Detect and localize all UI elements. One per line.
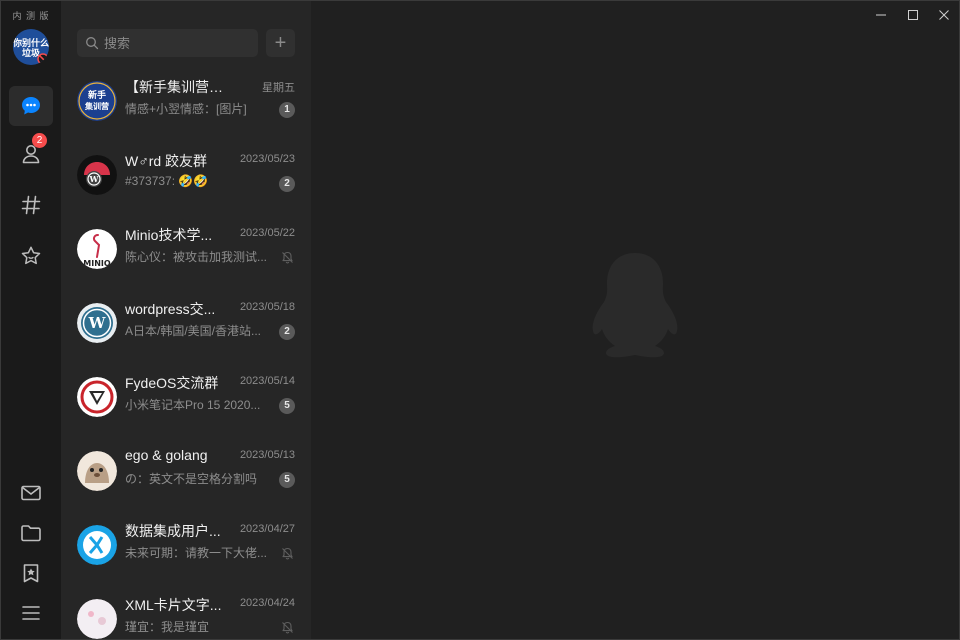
folder-icon — [21, 525, 41, 542]
unread-badge: 1 — [279, 102, 295, 118]
group-avatar — [77, 451, 117, 491]
unread-badge: 2 — [279, 176, 295, 192]
search-box[interactable] — [77, 29, 258, 57]
app-window: 内 测 版 你别什么 垃圾 2 搜索 + 新手 集训营 【新手集训营】6群 星期… — [0, 0, 960, 640]
conversation-date: 2023/05/23 — [239, 153, 295, 165]
do-not-disturb-icon — [37, 53, 49, 65]
conversation-date: 2023/04/27 — [239, 523, 295, 535]
svg-text:W: W — [88, 314, 107, 332]
conversation-name: FydeOS交流群 — [125, 375, 219, 391]
conversation-preview: の：英文不是空格分割吗 — [125, 472, 258, 486]
conversation-item[interactable]: 新手 集训营 【新手集训营】6群 星期五 情感+小翌情感：[图片] 1 — [61, 68, 311, 142]
hamburger-menu-icon — [22, 606, 40, 620]
conversation-preview: 小米笔记本Pro 15 2020... — [125, 398, 261, 412]
search-icon — [86, 37, 99, 50]
conversation-preview: A日本/韩国/美国/香港站... — [125, 324, 262, 338]
group-avatar — [77, 377, 117, 417]
nav-menu[interactable] — [9, 593, 53, 633]
conversation-date: 2023/05/13 — [239, 449, 295, 461]
hashtag-icon — [21, 195, 41, 215]
group-avatar — [77, 525, 117, 565]
unread-badge: 2 — [279, 324, 295, 340]
minimize-button[interactable] — [865, 3, 897, 27]
close-icon — [939, 10, 949, 20]
conversation-date: 2023/05/14 — [239, 375, 295, 387]
conversation-list: + 新手 集训营 【新手集训营】6群 星期五 情感+小翌情感：[图片] 1 — [61, 1, 311, 639]
nav-files[interactable] — [9, 513, 53, 553]
conversation-name: 【新手集训营】6群 — [125, 79, 235, 95]
beta-label: 内 测 版 — [12, 11, 50, 21]
avatar[interactable]: 你别什么 垃圾 — [13, 29, 49, 65]
mail-icon — [21, 485, 41, 501]
nav-saved[interactable] — [9, 553, 53, 593]
conversation-name: wordpress交... — [125, 301, 216, 317]
bookmark-star-icon — [23, 564, 39, 583]
conversation-item[interactable]: XML卡片文字... 2023/04/24 瑾宜：我是瑾宜 — [61, 586, 311, 639]
nav-favorites[interactable] — [9, 236, 53, 276]
conversation-date: 2023/04/24 — [239, 597, 295, 609]
maximize-icon — [908, 10, 918, 20]
penguin-logo-icon — [592, 253, 678, 358]
conversation-date: 星期五 — [262, 82, 295, 94]
nav-messages[interactable] — [9, 86, 53, 126]
nav-rail: 内 测 版 你别什么 垃圾 2 — [1, 1, 61, 639]
nav-mail[interactable] — [9, 473, 53, 513]
minimize-icon — [876, 14, 886, 16]
group-avatar: W — [77, 303, 117, 343]
muted-bell-icon — [282, 251, 293, 264]
contacts-badge: 2 — [32, 133, 47, 148]
group-avatar: MINIO — [77, 229, 117, 269]
svg-text:新手: 新手 — [88, 89, 106, 101]
conversation-name: Minio技术学... — [125, 227, 213, 243]
avatar-text: MINIO — [83, 259, 111, 268]
group-avatar: W — [77, 155, 117, 195]
conversation-date: 2023/05/18 — [239, 301, 295, 313]
conversation-item[interactable]: 数据集成用户... 2023/04/27 未来可期：请教一下大佬... — [61, 512, 311, 586]
maximize-button[interactable] — [897, 3, 929, 27]
conversation-item[interactable]: FydeOS交流群 2023/05/14 小米笔记本Pro 15 2020...… — [61, 364, 311, 438]
close-button[interactable] — [928, 3, 960, 27]
conversation-name: 数据集成用户... — [125, 523, 221, 539]
nav-channels[interactable] — [9, 185, 53, 225]
conversation-preview: 未来可期：请教一下大佬... — [125, 546, 268, 560]
conversation-preview: 瑾宜：我是瑾宜 — [125, 620, 210, 634]
unread-badge: 5 — [279, 398, 295, 414]
conversation-preview: 情感+小翌情感：[图片] — [125, 102, 247, 116]
conversation-preview: 陈心仪：被攻击加我测试... — [125, 250, 268, 264]
conversation-item[interactable]: ego & golang 2023/05/13 の：英文不是空格分割吗 5 — [61, 438, 311, 512]
conversation-item[interactable]: MINIO Minio技术学... 2023/05/22 陈心仪：被攻击加我测试… — [61, 216, 311, 290]
conversation-date: 2023/05/22 — [239, 227, 295, 239]
search-input[interactable] — [104, 35, 254, 51]
avatar-text-1: 你别什么 — [13, 38, 49, 48]
conversation-item[interactable]: W wordpress交... 2023/05/18 A日本/韩国/美国/香港站… — [61, 290, 311, 364]
group-avatar — [77, 599, 117, 639]
conversation-name: W♂rd 跤友群 — [125, 153, 208, 169]
star-icon — [21, 246, 41, 265]
nav-contacts[interactable]: 2 — [9, 133, 53, 174]
conversation-name: ego & golang — [125, 447, 208, 463]
conversation-item[interactable]: W W♂rd 跤友群 2023/05/23 #373737: 🤣🤣 2 — [61, 142, 311, 216]
unread-badge: 5 — [279, 472, 295, 488]
svg-text:W: W — [89, 174, 100, 184]
group-avatar: 新手 集训营 — [77, 81, 117, 121]
muted-bell-icon — [282, 621, 293, 634]
conversation-preview: #373737: 🤣🤣 — [125, 174, 209, 188]
svg-text:集训营: 集训营 — [84, 101, 109, 111]
add-button[interactable]: + — [266, 29, 295, 57]
muted-bell-icon — [282, 547, 293, 560]
chat-pane-empty — [311, 1, 959, 639]
chat-bubble-icon — [22, 97, 40, 115]
conversation-name: XML卡片文字... — [125, 597, 222, 613]
